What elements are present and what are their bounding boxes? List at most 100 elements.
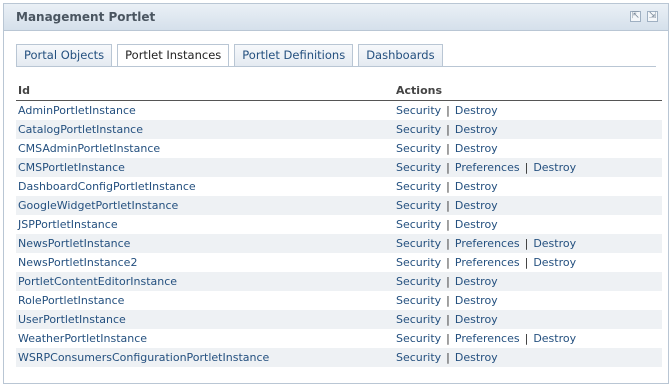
action-destroy-link[interactable]: Destroy bbox=[455, 313, 498, 326]
action-separator: | bbox=[446, 199, 450, 212]
action-destroy-link[interactable]: Destroy bbox=[455, 275, 498, 288]
action-preferences-link[interactable]: Preferences bbox=[455, 332, 520, 345]
table-row: CMSAdminPortletInstance Security | Destroy bbox=[16, 139, 662, 158]
actions-cell: Security | Destroy bbox=[396, 177, 498, 196]
action-destroy-link[interactable]: Destroy bbox=[455, 351, 498, 364]
portlet-title: Management Portlet bbox=[16, 10, 156, 24]
action-security-link[interactable]: Security bbox=[396, 104, 441, 117]
action-separator: | bbox=[446, 104, 450, 117]
actions-cell: Security | Destroy bbox=[396, 310, 498, 329]
table-row: GoogleWidgetPortletInstance Security | Dest… bbox=[16, 196, 662, 215]
action-security-link[interactable]: Security bbox=[396, 123, 441, 136]
actions-cell: Security | Destroy bbox=[396, 348, 498, 367]
action-destroy-link[interactable]: Destroy bbox=[455, 123, 498, 136]
actions-cell: Security | Destroy bbox=[396, 272, 498, 291]
management-portlet: Management Portlet ⇱ ⇲ Portal Objects Po… bbox=[3, 3, 669, 384]
minimize-icon[interactable]: ⇱ bbox=[630, 11, 641, 22]
action-destroy-link[interactable]: Destroy bbox=[533, 161, 576, 174]
tab-bar: Portal Objects Portlet Instances Portlet… bbox=[16, 44, 448, 68]
table-row: RolePortletInstance Security | Destroy bbox=[16, 291, 662, 310]
instance-id-link[interactable]: DashboardConfigPortletInstance bbox=[18, 177, 196, 196]
instance-id-link[interactable]: WeatherPortletInstance bbox=[18, 329, 147, 348]
tab-dashboards[interactable]: Dashboards bbox=[358, 44, 443, 66]
actions-cell: Security | Destroy bbox=[396, 291, 498, 310]
action-destroy-link[interactable]: Destroy bbox=[455, 142, 498, 155]
action-separator: | bbox=[524, 237, 529, 250]
action-security-link[interactable]: Security bbox=[396, 351, 441, 364]
action-destroy-link[interactable]: Destroy bbox=[533, 237, 576, 250]
maximize-glyph: ⇲ bbox=[648, 11, 657, 21]
portlet-titlebar: Management Portlet ⇱ ⇲ bbox=[4, 4, 668, 31]
action-security-link[interactable]: Security bbox=[396, 313, 441, 326]
table-row: UserPortletInstance Security | Destroy bbox=[16, 310, 662, 329]
action-destroy-link[interactable]: Destroy bbox=[455, 180, 498, 193]
actions-cell: Security | Destroy bbox=[396, 139, 498, 158]
actions-cell: Security | Preferences | Destroy bbox=[396, 234, 576, 253]
table-row: AdminPortletInstance Security | Destroy bbox=[16, 101, 662, 120]
table-header: Id Actions bbox=[16, 84, 662, 101]
action-separator: | bbox=[446, 161, 450, 174]
action-preferences-link[interactable]: Preferences bbox=[455, 237, 520, 250]
actions-cell: Security | Destroy bbox=[396, 196, 498, 215]
action-separator: | bbox=[446, 218, 450, 231]
action-security-link[interactable]: Security bbox=[396, 294, 441, 307]
action-destroy-link[interactable]: Destroy bbox=[455, 294, 498, 307]
instance-id-link[interactable]: PortletContentEditorInstance bbox=[18, 272, 177, 291]
action-destroy-link[interactable]: Destroy bbox=[455, 104, 498, 117]
action-separator: | bbox=[446, 332, 450, 345]
actions-cell: Security | Preferences | Destroy bbox=[396, 158, 576, 177]
table-row: NewsPortletInstance Security | Preferences |… bbox=[16, 234, 662, 253]
tab-portlet-definitions[interactable]: Portlet Definitions bbox=[234, 44, 354, 66]
action-separator: | bbox=[446, 180, 450, 193]
action-security-link[interactable]: Security bbox=[396, 275, 441, 288]
action-destroy-link[interactable]: Destroy bbox=[533, 256, 576, 269]
actions-cell: Security | Destroy bbox=[396, 120, 498, 139]
tab-portal-objects[interactable]: Portal Objects bbox=[16, 44, 113, 66]
instance-id-link[interactable]: CatalogPortletInstance bbox=[18, 120, 143, 139]
table-row: WeatherPortletInstance Security | Preferenc… bbox=[16, 329, 662, 348]
instance-id-link[interactable]: CMSAdminPortletInstance bbox=[18, 139, 160, 158]
instance-id-link[interactable]: JSPPortletInstance bbox=[18, 215, 118, 234]
instance-id-link[interactable]: WSRPConsumersConfigurationPortletInstanc… bbox=[18, 348, 269, 367]
action-separator: | bbox=[446, 237, 450, 250]
action-destroy-link[interactable]: Destroy bbox=[455, 199, 498, 212]
action-security-link[interactable]: Security bbox=[396, 256, 441, 269]
action-security-link[interactable]: Security bbox=[396, 142, 441, 155]
action-destroy-link[interactable]: Destroy bbox=[455, 218, 498, 231]
action-destroy-link[interactable]: Destroy bbox=[533, 332, 576, 345]
action-security-link[interactable]: Security bbox=[396, 180, 441, 193]
table-row: DashboardConfigPortletInstance Security | D… bbox=[16, 177, 662, 196]
action-separator: | bbox=[446, 275, 450, 288]
action-separator: | bbox=[446, 351, 450, 364]
action-security-link[interactable]: Security bbox=[396, 218, 441, 231]
instance-id-link[interactable]: UserPortletInstance bbox=[18, 310, 126, 329]
action-preferences-link[interactable]: Preferences bbox=[455, 161, 520, 174]
maximize-icon[interactable]: ⇲ bbox=[647, 11, 658, 22]
instance-id-link[interactable]: AdminPortletInstance bbox=[18, 101, 136, 120]
action-security-link[interactable]: Security bbox=[396, 199, 441, 212]
instance-id-link[interactable]: CMSPortletInstance bbox=[18, 158, 125, 177]
table-row: NewsPortletInstance2 Security | Preferences… bbox=[16, 253, 662, 272]
instance-id-link[interactable]: RolePortletInstance bbox=[18, 291, 124, 310]
table-row: CatalogPortletInstance Security | Destroy bbox=[16, 120, 662, 139]
instance-id-link[interactable]: GoogleWidgetPortletInstance bbox=[18, 196, 178, 215]
action-separator: | bbox=[524, 161, 529, 174]
action-security-link[interactable]: Security bbox=[396, 332, 441, 345]
actions-cell: Security | Destroy bbox=[396, 101, 498, 120]
action-security-link[interactable]: Security bbox=[396, 237, 441, 250]
action-separator: | bbox=[446, 256, 450, 269]
action-separator: | bbox=[446, 123, 450, 136]
table-row: JSPPortletInstance Security | Destroy bbox=[16, 215, 662, 234]
action-preferences-link[interactable]: Preferences bbox=[455, 256, 520, 269]
instance-id-link[interactable]: NewsPortletInstance2 bbox=[18, 253, 137, 272]
actions-cell: Security | Preferences | Destroy bbox=[396, 329, 576, 348]
instance-id-link[interactable]: NewsPortletInstance bbox=[18, 234, 130, 253]
tab-divider bbox=[16, 66, 656, 67]
actions-cell: Security | Preferences | Destroy bbox=[396, 253, 576, 272]
actions-cell: Security | Destroy bbox=[396, 215, 498, 234]
tab-portlet-instances[interactable]: Portlet Instances bbox=[117, 44, 230, 67]
action-security-link[interactable]: Security bbox=[396, 161, 441, 174]
table-row: WSRPConsumersConfigurationPortletInstanc… bbox=[16, 348, 662, 367]
action-separator: | bbox=[524, 256, 529, 269]
action-separator: | bbox=[446, 142, 450, 155]
